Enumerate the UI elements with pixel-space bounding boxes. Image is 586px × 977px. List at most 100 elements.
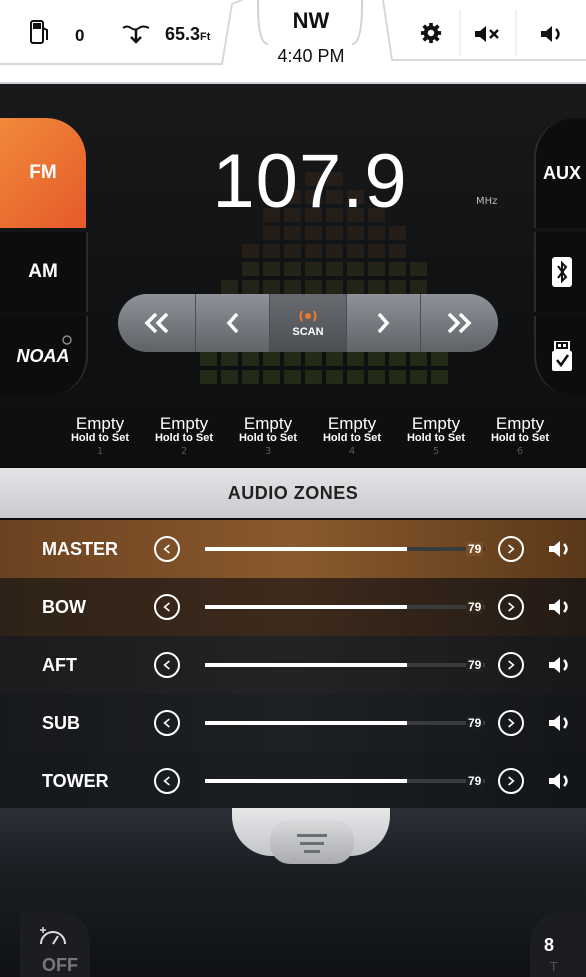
- preset-button-6[interactable]: Empty Hold to Set 6: [478, 414, 562, 464]
- audio-zones-list: MASTER 79 BOW 79 AFT 79 SUB 79 TOWER 79: [0, 520, 586, 813]
- band-noaa-button[interactable]: NOAA: [0, 316, 88, 396]
- equalizer-cell: [347, 280, 364, 294]
- seek-forward-button[interactable]: [421, 294, 498, 352]
- scan-button[interactable]: SCAN: [270, 294, 347, 352]
- zone-name: MASTER: [42, 538, 118, 559]
- equalizer-cell: [242, 370, 259, 384]
- equalizer-cell: [305, 226, 322, 240]
- equalizer-cell: [305, 352, 322, 366]
- compass-heading: NW: [292, 8, 330, 33]
- equalizer-cell: [368, 262, 385, 276]
- zone-decrease-button[interactable]: [154, 536, 180, 562]
- equalizer-cell: [305, 244, 322, 258]
- zone-volume-value: 79: [466, 774, 484, 788]
- menu-icon-line: [304, 850, 320, 853]
- zone-decrease-button[interactable]: [154, 768, 180, 794]
- equalizer-cell: [368, 352, 385, 366]
- zone-decrease-button[interactable]: [154, 710, 180, 736]
- zone-increase-button[interactable]: [498, 536, 524, 562]
- equalizer-cell: [347, 352, 364, 366]
- preset-hint: Hold to Set: [70, 432, 130, 444]
- zone-increase-button[interactable]: [498, 594, 524, 620]
- preset-button-3[interactable]: Empty Hold to Set 3: [226, 414, 310, 464]
- zone-row-master: MASTER 79: [0, 520, 586, 579]
- speaker-icon[interactable]: [548, 713, 572, 733]
- speaker-icon[interactable]: [548, 655, 572, 675]
- equalizer-cell: [389, 244, 406, 258]
- preset-bar: Empty Hold to Set 1 Empty Hold to Set 2 …: [58, 414, 568, 464]
- zone-volume-slider[interactable]: [205, 547, 485, 551]
- zone-volume-fill: [205, 547, 407, 551]
- zone-increase-button[interactable]: [498, 652, 524, 678]
- equalizer-cell: [284, 352, 301, 366]
- chevron-right-icon: [508, 544, 515, 554]
- speaker-icon[interactable]: [548, 539, 572, 559]
- trim-label: T: [550, 960, 558, 974]
- zone-volume-slider[interactable]: [205, 605, 485, 609]
- equalizer-cell: [221, 370, 238, 384]
- equalizer-cell: [284, 370, 301, 384]
- mute-icon[interactable]: [474, 24, 500, 44]
- equalizer-cell: [368, 280, 385, 294]
- band-fm-button[interactable]: FM: [0, 118, 86, 228]
- speaker-icon[interactable]: [548, 771, 572, 791]
- double-chevron-right-icon: [448, 312, 472, 334]
- chevron-right-icon: [508, 776, 515, 786]
- zone-volume-slider[interactable]: [205, 779, 485, 783]
- zone-volume-slider[interactable]: [205, 663, 485, 667]
- chevron-right-icon: [508, 660, 515, 670]
- equalizer-cell: [263, 244, 280, 258]
- preset-number: 6: [516, 446, 524, 457]
- zone-decrease-button[interactable]: [154, 594, 180, 620]
- preset-button-1[interactable]: Empty Hold to Set 1: [58, 414, 142, 464]
- preset-button-5[interactable]: Empty Hold to Set 5: [394, 414, 478, 464]
- preset-button-4[interactable]: Empty Hold to Set 4: [310, 414, 394, 464]
- source-bluetooth-button[interactable]: [534, 232, 586, 312]
- trim-value: 8: [544, 935, 555, 955]
- equalizer-cell: [263, 280, 280, 294]
- preset-number: 4: [348, 446, 356, 457]
- audio-zones-header[interactable]: AUDIO ZONES: [0, 468, 586, 518]
- zone-decrease-button[interactable]: [154, 652, 180, 678]
- speaker-icon[interactable]: [548, 597, 572, 617]
- seek-back-button[interactable]: [118, 294, 197, 352]
- preset-hint: Hold to Set: [490, 432, 550, 444]
- chevron-left-icon: [163, 660, 170, 670]
- equalizer-cell: [284, 262, 301, 276]
- preset-label: Empty: [411, 414, 461, 433]
- zone-volume-fill: [205, 779, 407, 783]
- chevron-left-icon: [226, 312, 239, 334]
- gear-settings-icon[interactable]: [420, 22, 442, 44]
- band-am-button[interactable]: AM: [0, 232, 88, 312]
- usb-drive-icon: [552, 341, 572, 371]
- chevron-left-icon: [163, 718, 170, 728]
- zone-increase-button[interactable]: [498, 768, 524, 794]
- equalizer-cell: [326, 352, 343, 366]
- equalizer-cell: [263, 370, 280, 384]
- equalizer-cell: [431, 370, 448, 384]
- zone-name: AFT: [42, 654, 77, 675]
- equalizer-cell: [263, 262, 280, 276]
- equalizer-cell: [389, 370, 406, 384]
- equalizer-cell: [368, 370, 385, 384]
- frequency-unit: MHz: [476, 196, 498, 207]
- frequency-display: 107.9: [212, 139, 408, 224]
- equalizer-cell: [326, 280, 343, 294]
- equalizer-cell: [368, 226, 385, 240]
- zone-row-aft: AFT 79: [0, 636, 586, 695]
- tuner-controls: SCAN: [118, 294, 498, 352]
- zone-volume-slider[interactable]: [205, 721, 485, 725]
- equalizer-cell: [242, 244, 259, 258]
- source-aux-button[interactable]: AUX: [534, 118, 586, 228]
- tune-up-button[interactable]: [347, 294, 421, 352]
- noaa-info-icon: [62, 335, 72, 345]
- tune-down-button[interactable]: [196, 294, 271, 352]
- trim-button[interactable]: [530, 912, 586, 977]
- preset-number: 1: [96, 446, 104, 457]
- preset-label: Empty: [495, 414, 545, 433]
- equalizer-cell: [326, 370, 343, 384]
- zone-increase-button[interactable]: [498, 710, 524, 736]
- equalizer-cell: [347, 370, 364, 384]
- preset-button-2[interactable]: Empty Hold to Set 2: [142, 414, 226, 464]
- volume-icon[interactable]: [540, 24, 566, 44]
